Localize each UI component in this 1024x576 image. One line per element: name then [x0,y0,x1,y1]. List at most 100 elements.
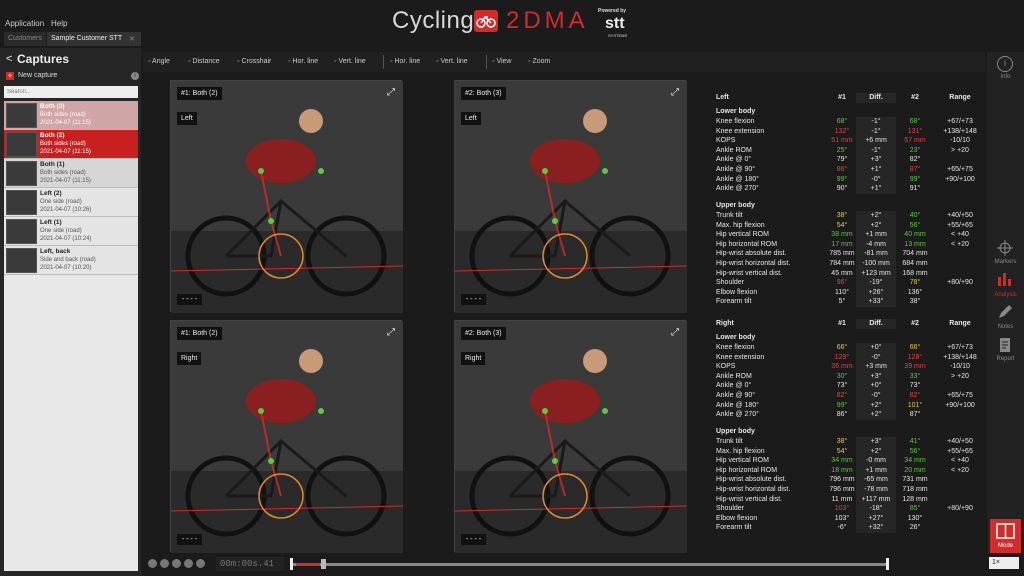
document-icon[interactable] [997,337,1013,353]
table-cell: +123 mm [856,268,896,279]
table-cell: 129° [834,353,850,361]
table-cell: +117 mm [856,494,896,505]
pencil-icon[interactable] [997,304,1013,320]
table-cell: +2° [856,446,896,457]
timeline-progress [296,563,320,566]
menu-application[interactable]: Application [5,19,44,28]
toolbar-separator [486,55,487,69]
table-cell: +67/+73 [947,118,973,125]
table-cell: 79° [836,156,848,164]
hor-line-tool[interactable]: ◦ Hor. line [288,58,318,65]
table-row: Ankle @ 0° 73° +0° 73° [712,381,982,392]
trim-start-handle[interactable] [290,558,293,570]
search-input[interactable] [4,86,138,98]
rightbar-info[interactable]: Info [987,74,1024,80]
plus-icon[interactable]: + [6,72,14,80]
timeline-track[interactable] [292,563,888,566]
rightbar-markers[interactable]: Markers [987,259,1024,265]
menu-help[interactable]: Help [51,19,67,28]
step-forward-icon[interactable] [184,559,193,568]
capture-list-item[interactable]: Both (2) Both sides (road) 2021-04-07 (11:… [4,130,138,159]
timeline-playhead[interactable] [321,559,326,569]
mode-button[interactable]: Mode [990,519,1021,553]
table-cell: Elbow flexion [716,514,758,522]
table-cell: 34 mm [831,457,853,465]
table-cell: #1 [838,320,846,327]
table-cell: Hip horizontal ROM [716,466,778,474]
table-cell: 38° [836,212,848,219]
expand-icon[interactable]: ⤢ [387,327,395,338]
capture-list-item[interactable]: Left (1) One side (road) 2021-04-07 (10:24… [4,217,138,246]
table-cell: 30° [836,372,848,380]
table-cell: 785 mm [829,250,855,258]
capture-list-item[interactable]: Both (1) Both sides (road) 2021-04-07 (11:… [4,159,138,188]
table-cell: Left [716,94,729,101]
table-row: Hip-wrist absolute dist. 785 mm -81 mm 704 … [712,249,982,260]
capture-thumbnail [6,132,37,157]
table-cell: 18 mm [831,466,853,474]
video-panel[interactable]: #1: Both (2) Left - - - - ⤢ [170,80,403,313]
table-cell: Max. hip flexion [716,221,765,229]
expand-icon[interactable]: ⤢ [671,87,679,98]
table-row: Hip-wrist horizontal dist. 796 mm -78 mm 71… [712,485,982,495]
capture-list-item[interactable]: Left, back Side and back (road) 2021-04-07… [4,246,138,275]
expand-icon[interactable]: ⤢ [387,87,395,98]
table-cell: Upper body [716,202,755,209]
table-cell: 82° [909,156,921,164]
table-cell: 132° [834,127,850,135]
rightbar-report[interactable]: Report [987,356,1024,362]
step-back-icon[interactable] [160,559,169,568]
capture-description: Both sides (road) [40,112,86,118]
capture-list-item[interactable]: Both (3) Both sides (road) 2021-04-07 (11:… [4,101,138,130]
table-cell: +1° [856,165,896,175]
table-cell: 23° [909,146,921,154]
new-capture-button[interactable]: New capture [18,72,57,79]
skip-start-icon[interactable] [148,559,157,568]
speed-select[interactable]: 1× [989,557,1019,569]
vert-line-tool-2[interactable]: ◦ Vert. line [436,58,468,65]
analysis-chart-icon[interactable] [997,271,1013,287]
table-cell: 796 mm [829,476,855,484]
table-row: Right #1 Diff. #2 Range [712,319,982,329]
info-circle-icon[interactable]: i [997,56,1013,72]
table-row: Elbow flexion 103° +27° 130° [712,513,982,524]
zoom-tool[interactable]: ◦ Zoom [528,58,550,65]
table-cell: Diff. [856,93,896,103]
distance-tool[interactable]: ◦ Distance [188,58,220,65]
skip-end-icon[interactable] [196,559,205,568]
capture-list-item[interactable]: Left (2) One side (road) 2021-04-07 (10:26… [4,188,138,217]
info-icon[interactable]: i [131,72,139,80]
table-cell: KOPS [716,137,736,145]
video-panel[interactable]: #2: Both (3) Left - - - - ⤢ [454,80,687,313]
capture-title: Both (3) [40,103,65,110]
panel-label: #1: Both (2) [177,87,222,100]
crosshair-icon[interactable] [997,240,1013,256]
view-tool[interactable]: ◦ View [492,58,511,65]
video-panel[interactable]: #1: Both (2) Right - - - - ⤢ [170,320,403,553]
tab-close-icon[interactable]: ✕ [129,35,135,43]
capture-thumbnail [6,161,37,186]
video-panel[interactable]: #2: Both (3) Right - - - - ⤢ [454,320,687,553]
tool-label: Hor. line [394,58,421,65]
video-panels: #1: Both (2) Left - - - - ⤢ #2: Both (3) Left… [143,74,709,556]
rightbar-analysis[interactable]: Analysis [987,292,1024,298]
angle-tool[interactable]: ◦ Angle [148,58,170,65]
table-cell: 26° [909,524,921,532]
table-cell: Hip horizontal ROM [716,240,778,248]
hor-line-tool-2[interactable]: ◦ Hor. line [390,58,420,65]
rightbar-notes[interactable]: Notes [987,324,1024,330]
crosshair-tool[interactable]: ◦ Crosshair [237,58,271,65]
trim-end-handle[interactable] [886,558,889,570]
table-cell: 45 mm [831,269,853,277]
capture-description: Both sides (road) [40,170,86,176]
table-row: Ankle @ 270° 86° +2° 87° [712,410,982,421]
vert-line-tool[interactable]: ◦ Vert. line [334,58,366,65]
bike-icon [474,10,498,32]
table-cell: 38° [909,298,921,306]
expand-icon[interactable]: ⤢ [671,327,679,338]
back-chevron-icon[interactable]: < [6,53,12,65]
table-cell: -4 mm [856,239,896,250]
table-cell: 25° [836,146,848,154]
table-cell: -0° [856,174,896,185]
play-icon[interactable] [172,559,181,568]
